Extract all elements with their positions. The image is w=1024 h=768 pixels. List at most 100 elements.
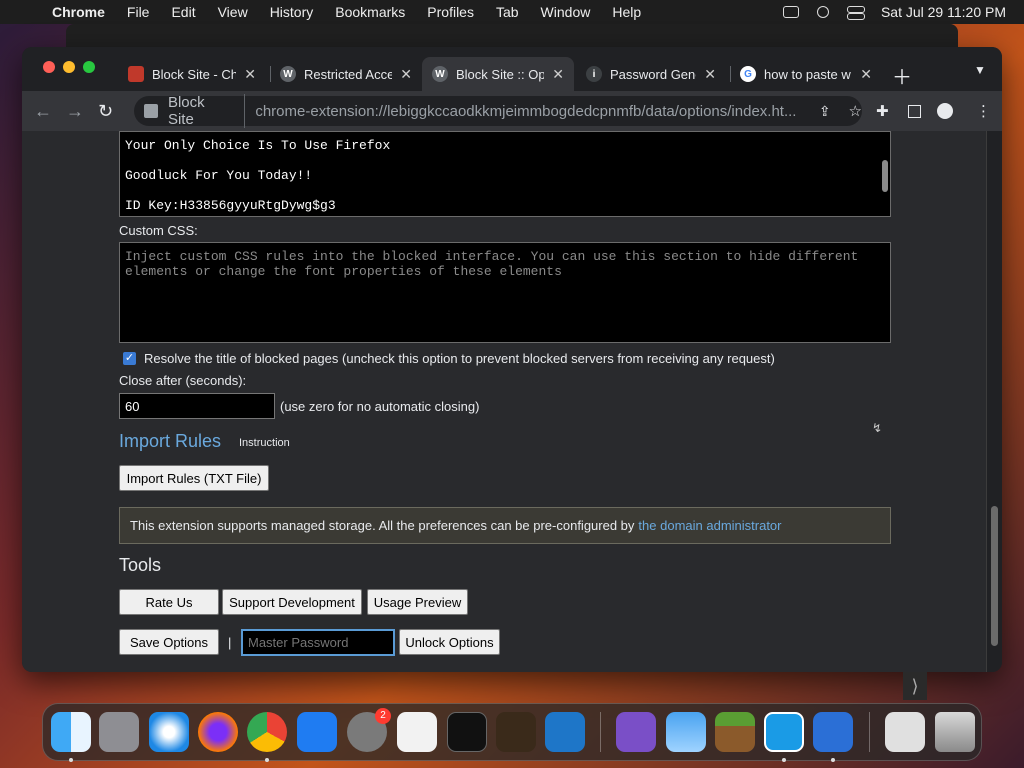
visual-studio-icon[interactable]	[616, 712, 656, 752]
pinwheel-app-icon[interactable]	[764, 712, 804, 752]
tab-close-icon[interactable]: ✕	[860, 66, 872, 83]
kebab-menu-icon[interactable]: ⋮	[976, 102, 991, 120]
profile-avatar-icon[interactable]	[937, 103, 953, 119]
weather-icon[interactable]	[666, 712, 706, 752]
menubar-clock[interactable]: Sat Jul 29 11:20 PM	[881, 4, 1006, 20]
tab-password-generator[interactable]: i Password Gene ✕	[576, 57, 726, 91]
vscode-icon[interactable]	[545, 712, 585, 752]
extension-puzzle-icon	[144, 104, 158, 118]
message-line-2: Goodluck For You Today!!	[125, 168, 313, 183]
import-rules-instruction-link[interactable]: Instruction	[239, 437, 290, 449]
tab-close-icon[interactable]: ✕	[704, 66, 716, 83]
tab-title: Password Gene	[610, 66, 697, 82]
google-favicon-icon: G	[740, 66, 756, 82]
menu-history[interactable]: History	[259, 4, 325, 20]
recent-document-icon[interactable]	[885, 712, 925, 752]
tab-block-site-options[interactable]: W Block Site :: Op ✕	[422, 57, 574, 91]
menu-app-name[interactable]: Chrome	[52, 4, 116, 20]
launchpad-icon[interactable]	[99, 712, 139, 752]
close-window-button[interactable]	[43, 61, 55, 73]
tab-block-site[interactable]: Block Site - Chr ✕	[118, 57, 266, 91]
trash-icon[interactable]	[935, 712, 975, 752]
menu-tab[interactable]: Tab	[485, 4, 530, 20]
forward-arrow-icon[interactable]: →	[66, 101, 84, 122]
side-panel-icon[interactable]	[908, 105, 921, 118]
dock-separator	[869, 712, 870, 752]
menu-view[interactable]: View	[207, 4, 259, 20]
textedit-icon[interactable]	[397, 712, 437, 752]
app-store-icon[interactable]	[297, 712, 337, 752]
tab-title: Restricted Acce	[304, 66, 393, 82]
minimize-window-button[interactable]	[63, 61, 75, 73]
bookmark-star-icon[interactable]: ☆	[849, 102, 862, 120]
checklist-app-icon[interactable]	[813, 712, 853, 752]
save-options-button[interactable]: Save Options	[119, 629, 219, 655]
custom-css-label: Custom CSS:	[119, 223, 198, 238]
resolve-title-label: Resolve the title of blocked pages (unch…	[144, 351, 775, 366]
address-bar[interactable]: Block Site chrome-extension://lebiggkcca…	[134, 94, 862, 128]
tab-title: Block Site - Chr	[152, 66, 237, 82]
running-indicator	[831, 758, 835, 762]
terminal-icon[interactable]	[447, 712, 487, 752]
usage-preview-button[interactable]: Usage Preview	[367, 589, 468, 615]
import-rules-heading: Import Rules	[119, 431, 222, 451]
tab-close-icon[interactable]: ✕	[244, 66, 256, 83]
managed-storage-notice: This extension supports managed storage.…	[119, 507, 891, 544]
tools-heading: Tools	[119, 555, 162, 575]
screen-mirroring-icon[interactable]	[782, 6, 799, 18]
tab-how-to-paste[interactable]: G how to paste w ✕	[730, 57, 882, 91]
tab-search-chevron-icon[interactable]: ▼	[974, 63, 986, 77]
textarea-scrollbar[interactable]	[882, 160, 888, 192]
message-line-3: ID Key:H33856gyyuRtgDywg$g3	[125, 198, 336, 213]
control-center-icon[interactable]	[846, 6, 865, 20]
options-page: Your Only Choice Is To Use Firefox Goodl…	[22, 131, 1002, 672]
url-text[interactable]: chrome-extension://lebiggkccaodkkmjeimmb…	[255, 103, 812, 120]
extensions-puzzle-icon[interactable]: ✚	[876, 102, 889, 120]
menu-profiles[interactable]: Profiles	[416, 4, 485, 20]
close-after-input[interactable]: 60	[119, 393, 275, 419]
tab-close-icon[interactable]: ✕	[400, 66, 412, 83]
chrome-icon[interactable]	[247, 712, 287, 752]
reload-icon[interactable]: ↻	[98, 101, 113, 122]
unlock-options-button[interactable]: Unlock Options	[399, 629, 500, 655]
site-name-chip[interactable]: Block Site	[168, 94, 246, 128]
menu-bookmarks[interactable]: Bookmarks	[324, 4, 416, 20]
custom-css-textarea[interactable]: Inject custom CSS rules into the blocked…	[119, 242, 891, 343]
page-scrollbar-thumb[interactable]	[991, 506, 998, 646]
tab-title: Block Site :: Op	[456, 66, 545, 82]
menu-file[interactable]: File	[116, 4, 161, 20]
running-indicator	[782, 758, 786, 762]
page-scrollbar[interactable]	[986, 131, 1002, 672]
w-favicon-icon: W	[432, 66, 448, 82]
tab-close-icon[interactable]: ✕	[552, 66, 564, 83]
garageband-icon[interactable]	[496, 712, 536, 752]
spotlight-search-icon[interactable]	[816, 6, 829, 18]
resolve-title-checkbox[interactable]: ✓	[123, 352, 136, 365]
import-rules-button[interactable]: Import Rules (TXT File)	[119, 465, 269, 491]
close-after-hint: (use zero for no automatic closing)	[280, 399, 480, 414]
mouse-cursor-icon: ↯	[872, 421, 883, 435]
firefox-icon[interactable]	[198, 712, 238, 752]
blocked-message-textarea[interactable]: Your Only Choice Is To Use Firefox Goodl…	[119, 131, 891, 217]
support-development-button[interactable]: Support Development	[222, 589, 362, 615]
zoom-window-button[interactable]	[83, 61, 95, 73]
menu-window[interactable]: Window	[530, 4, 602, 20]
dock-separator	[600, 712, 601, 752]
new-tab-plus-icon[interactable]: ＋	[892, 61, 912, 90]
back-arrow-icon[interactable]: ←	[34, 101, 52, 122]
background-chevron-right-icon: ⟩	[903, 672, 927, 700]
finder-icon[interactable]	[51, 712, 91, 752]
w-favicon-icon: W	[280, 66, 296, 82]
rate-us-button[interactable]: Rate Us	[119, 589, 219, 615]
tab-restricted-access[interactable]: W Restricted Acce ✕	[270, 57, 422, 91]
menu-edit[interactable]: Edit	[160, 4, 206, 20]
message-line-1: Your Only Choice Is To Use Firefox	[125, 138, 391, 153]
menu-help[interactable]: Help	[601, 4, 652, 20]
share-icon[interactable]: ⇪	[819, 103, 831, 120]
safari-icon[interactable]	[149, 712, 189, 752]
domain-administrator-link[interactable]: the domain administrator	[638, 518, 781, 533]
tab-title: how to paste w	[764, 66, 851, 82]
running-indicator	[265, 758, 269, 762]
minecraft-icon[interactable]	[715, 712, 755, 752]
master-password-input[interactable]	[241, 629, 395, 656]
